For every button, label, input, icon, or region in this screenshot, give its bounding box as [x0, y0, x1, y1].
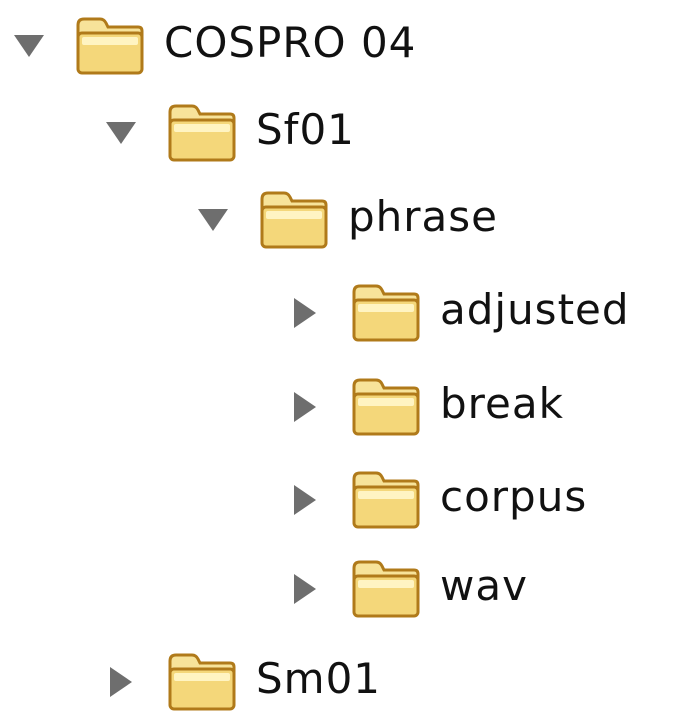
tree-node-cospro-04[interactable]: COSPRO 04 [14, 4, 416, 88]
tree-node-label: Sm01 [256, 654, 382, 703]
tree-node-corpus[interactable]: corpus [290, 458, 587, 542]
folder-tree: COSPRO 04 Sf01 phrase adjusted break cor… [0, 0, 688, 712]
expand-arrow-down-icon[interactable] [14, 31, 44, 61]
folder-icon [168, 653, 236, 711]
folder-icon [352, 560, 420, 618]
folder-icon [352, 471, 420, 529]
tree-node-adjusted[interactable]: adjusted [290, 271, 630, 355]
expand-arrow-down-icon[interactable] [106, 118, 136, 148]
expand-arrow-right-icon[interactable] [290, 392, 320, 422]
tree-node-label: Sf01 [256, 105, 355, 154]
tree-node-sf01[interactable]: Sf01 [106, 91, 355, 175]
tree-node-label: wav [440, 561, 528, 610]
folder-icon [260, 191, 328, 249]
expand-arrow-right-icon[interactable] [290, 485, 320, 515]
tree-node-sm01[interactable]: Sm01 [106, 640, 381, 724]
tree-node-phrase[interactable]: phrase [198, 178, 498, 262]
expand-arrow-down-icon[interactable] [198, 205, 228, 235]
tree-node-wav[interactable]: wav [290, 547, 528, 631]
expand-arrow-right-icon[interactable] [106, 667, 136, 697]
tree-node-label: COSPRO 04 [164, 18, 417, 67]
tree-node-label: adjusted [440, 285, 630, 334]
tree-node-label: break [440, 379, 564, 428]
tree-node-label: phrase [348, 192, 499, 241]
tree-node-label: corpus [440, 472, 588, 521]
folder-icon [352, 284, 420, 342]
expand-arrow-right-icon[interactable] [290, 574, 320, 604]
folder-icon [76, 17, 144, 75]
folder-icon [168, 104, 236, 162]
tree-node-break[interactable]: break [290, 365, 564, 449]
folder-icon [352, 378, 420, 436]
expand-arrow-right-icon[interactable] [290, 298, 320, 328]
